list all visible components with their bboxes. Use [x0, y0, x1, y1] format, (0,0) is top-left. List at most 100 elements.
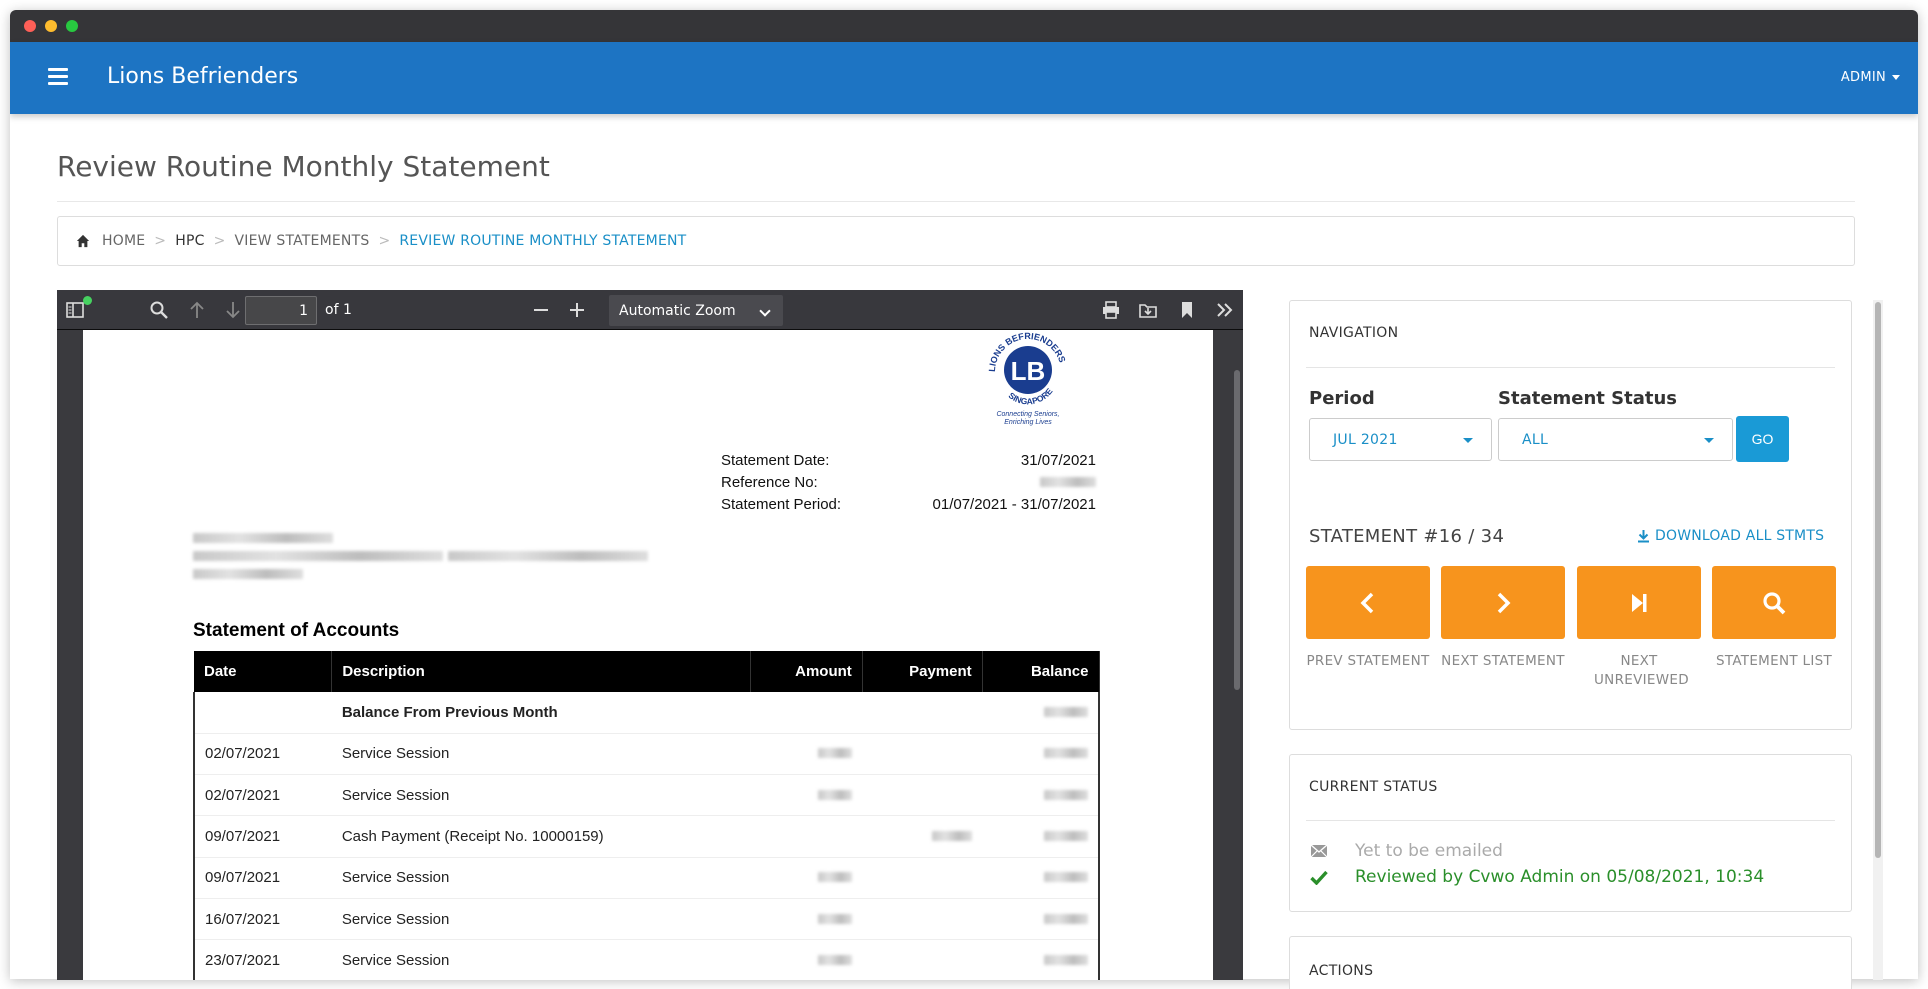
statement-date-row: Statement Date: 31/07/2021	[721, 452, 1096, 474]
redacted-cell	[750, 733, 863, 776]
breadcrumb-separator: >	[154, 233, 167, 249]
table-cell: Service Session	[331, 939, 751, 980]
chevron-right-icon	[1497, 592, 1511, 613]
meta-label: Reference No:	[721, 474, 818, 491]
bookmark-icon[interactable]	[1177, 300, 1197, 320]
redacted-cell	[982, 898, 1100, 941]
download-all-statements-link[interactable]: DOWNLOAD ALL STMTS	[1637, 528, 1824, 544]
table-cell: 02/07/2021	[193, 733, 332, 776]
statement-list-caption: STATEMENT LIST	[1715, 653, 1833, 669]
page-title: Review Routine Monthly Statement	[57, 150, 550, 183]
page-count-label: of 1	[325, 302, 352, 318]
redacted-cell	[982, 857, 1100, 899]
column-header: Balance	[982, 651, 1100, 692]
column-header: Date	[194, 651, 333, 692]
user-menu-label: ADMIN	[1840, 70, 1886, 85]
table-cell: 09/07/2021	[193, 857, 332, 899]
print-icon[interactable]	[1101, 300, 1121, 320]
table-cell: 02/07/2021	[193, 774, 332, 817]
redacted-name	[193, 528, 333, 547]
download-icon[interactable]	[1138, 300, 1158, 320]
prev-statement-caption: PREV STATEMENT	[1306, 653, 1430, 669]
empty-cell	[750, 692, 863, 734]
breadcrumb-home[interactable]: HOME	[102, 233, 145, 249]
actions-header: ACTIONS	[1309, 963, 1374, 979]
zoom-in-icon[interactable]	[567, 300, 587, 320]
breadcrumb-separator: >	[378, 233, 391, 249]
next-statement-button[interactable]	[1441, 566, 1565, 639]
zoom-select[interactable]: Automatic Zoom	[609, 295, 783, 326]
table-cell: Service Session	[331, 774, 751, 817]
hamburger-menu-icon[interactable]	[48, 68, 68, 86]
chevron-down-icon	[759, 305, 771, 317]
search-icon[interactable]	[149, 300, 169, 320]
current-status-card: CURRENT STATUS	[1289, 754, 1852, 912]
statement-list-button[interactable]	[1712, 566, 1836, 639]
brand-title[interactable]: Lions Befrienders	[107, 64, 298, 89]
next-statement-caption: NEXT STATEMENT	[1441, 653, 1565, 669]
empty-cell	[862, 857, 983, 899]
pdf-scrollbar[interactable]	[1234, 370, 1240, 690]
table-cell: 23/07/2021	[193, 939, 332, 980]
redacted-cell	[862, 815, 983, 858]
table-row: 09/07/2021 Cash Payment (Receipt No. 1000…	[193, 815, 1100, 858]
window-titlebar	[10, 10, 1918, 42]
table-header-row: Date Description Amount Payment Balance	[194, 651, 1100, 692]
card-divider	[1306, 367, 1835, 368]
minimize-window-button[interactable]	[45, 20, 57, 32]
maximize-window-button[interactable]	[66, 20, 78, 32]
previous-page-icon[interactable]	[187, 300, 207, 320]
empty-cell	[862, 939, 983, 980]
review-status-row: Reviewed by Cvwo Admin on 05/08/2021, 10…	[1309, 867, 1764, 887]
meta-label: Statement Period:	[721, 496, 842, 513]
breadcrumb-view-statements[interactable]: VIEW STATEMENTS	[235, 233, 370, 249]
statement-status-select[interactable]: ALL	[1498, 418, 1733, 461]
table-row: 16/07/2021 Service Session	[193, 898, 1100, 941]
redacted-cell	[750, 774, 863, 817]
download-all-label: DOWNLOAD ALL STMTS	[1655, 528, 1825, 544]
redacted-cell	[750, 939, 863, 980]
breadcrumb-hpc[interactable]: HPC	[175, 233, 204, 249]
tools-chevron-icon[interactable]	[1215, 300, 1235, 320]
status-select-value: ALL	[1522, 431, 1549, 448]
page-scrollbar-thumb[interactable]	[1875, 302, 1881, 858]
period-select-value: JUL 2021	[1333, 431, 1398, 448]
zoom-select-value: Automatic Zoom	[619, 302, 736, 319]
next-unreviewed-caption: NEXT UNREVIEWED	[1594, 653, 1689, 688]
sidebar-toggle-icon[interactable]	[65, 300, 85, 320]
period-select[interactable]: JUL 2021	[1309, 418, 1492, 461]
redacted-cell	[750, 898, 863, 941]
redacted-cell	[982, 939, 1100, 980]
next-unreviewed-button[interactable]	[1577, 566, 1701, 639]
card-divider	[1306, 820, 1835, 821]
table-row: 23/07/2021 Service Session	[193, 939, 1100, 980]
table-row: Balance From Previous Month	[193, 692, 1100, 734]
download-icon	[1638, 530, 1649, 543]
svg-text:LB: LB	[1011, 356, 1046, 386]
statement-period-row: Statement Period: 01/07/2021 - 31/07/202…	[721, 496, 1096, 518]
next-page-icon[interactable]	[223, 300, 243, 320]
navigation-header: NAVIGATION	[1309, 325, 1399, 341]
breadcrumb-current: REVIEW ROUTINE MONTHLY STATEMENT	[399, 233, 687, 249]
empty-cell	[862, 774, 983, 817]
table-cell: Service Session	[331, 733, 751, 776]
table-cell: 16/07/2021	[193, 898, 332, 941]
user-menu[interactable]: ADMIN	[1841, 70, 1900, 85]
statement-table-body: Balance From Previous Month 02/07/2021 Ser…	[193, 692, 1100, 980]
statement-counter: STATEMENT #16 / 34	[1309, 526, 1505, 547]
statement-section-title: Statement of Accounts	[193, 620, 400, 641]
statement-table: Date Description Amount Payment Balance …	[193, 651, 1100, 980]
lions-befrienders-logo: LB LIONS BEFRIENDERS SINGAPORE Connectin…	[987, 331, 1068, 426]
home-icon	[76, 234, 90, 248]
redacted-address	[193, 546, 649, 565]
redacted-cell	[750, 857, 863, 899]
prev-statement-button[interactable]	[1306, 566, 1430, 639]
empty-cell	[750, 815, 863, 858]
empty-cell	[862, 692, 983, 734]
close-window-button[interactable]	[24, 20, 36, 32]
page-number-input[interactable]	[245, 296, 317, 325]
pdf-page: LB LIONS BEFRIENDERS SINGAPORE Connectin…	[83, 330, 1213, 980]
go-button[interactable]: GO	[1736, 416, 1789, 462]
zoom-out-icon[interactable]	[531, 300, 551, 320]
empty-cell	[862, 733, 983, 776]
